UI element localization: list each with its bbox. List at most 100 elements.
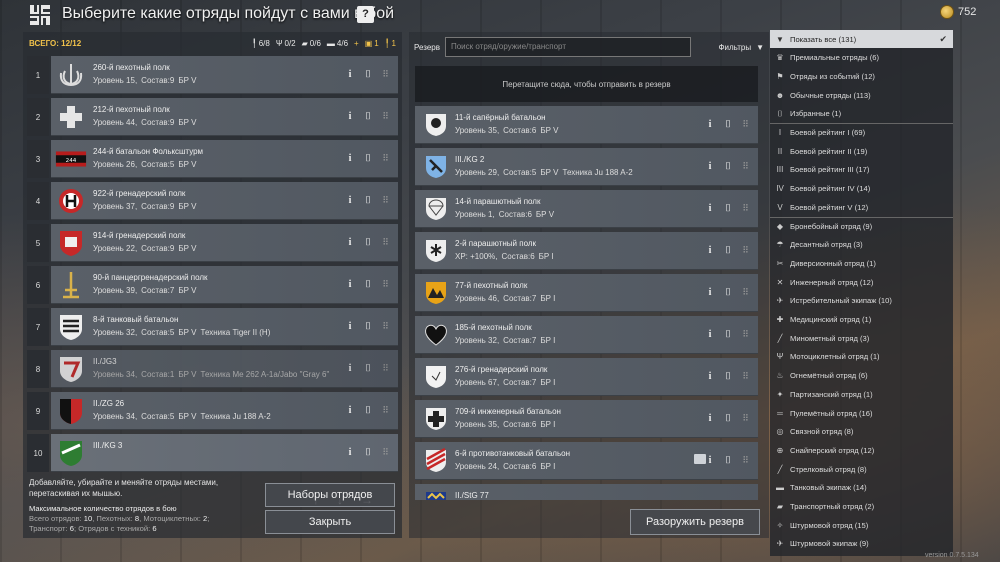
drag-handle-icon[interactable]: ⠿: [740, 117, 752, 131]
info-icon[interactable]: i: [704, 369, 716, 383]
squad-card[interactable]: 90-й панцергренадерский полк Уровень 39,…: [51, 266, 398, 304]
squad-slot[interactable]: 7 8-й танковый батальон Уровень 32, Соста…: [27, 308, 398, 346]
reserve-squad-card[interactable]: III./KG 2 Уровень 29, Состав:5 БР V Техника…: [415, 148, 758, 186]
bookmark-icon[interactable]: ⌷: [722, 369, 734, 383]
drag-handle-icon[interactable]: ⠿: [740, 411, 752, 425]
squad-card[interactable]: 914-й гренадерский полк Уровень 22, Соста…: [51, 224, 398, 262]
bookmark-icon[interactable]: ⌷: [362, 193, 374, 207]
drag-handle-icon[interactable]: ⠿: [740, 285, 752, 299]
squad-card[interactable]: 244 244-й батальон Фолькcштурм Уровень 2…: [51, 140, 398, 178]
filter-item[interactable]: ☂ Десантный отряд (3): [770, 236, 953, 254]
drag-handle-icon[interactable]: ⠿: [740, 453, 752, 467]
filter-item[interactable]: ☻ Обычные отряды (113): [770, 86, 953, 104]
filter-item[interactable]: III Боевой рейтинг III (17): [770, 161, 953, 179]
bookmark-icon[interactable]: ⌷: [722, 159, 734, 173]
info-icon[interactable]: i: [344, 193, 356, 207]
squad-card[interactable]: 212-й пехотный полк Уровень 44, Состав:9 Б…: [51, 98, 398, 136]
info-icon[interactable]: i: [704, 327, 716, 341]
bookmark-icon[interactable]: ⌷: [362, 403, 374, 417]
reserve-squad-card[interactable]: 11-й сапёрный батальон Уровень 35, Состав…: [415, 106, 758, 144]
bookmark-icon[interactable]: ⌷: [722, 117, 734, 131]
squad-slot[interactable]: 6 90-й панцергренадерский полк Уровень 3…: [27, 266, 398, 304]
info-icon[interactable]: i: [704, 159, 716, 173]
filter-item[interactable]: ▰ Транспортный отряд (2): [770, 498, 953, 516]
squad-card[interactable]: II./ZG 26 Уровень 34, Состав:5 БР V Техника…: [51, 392, 398, 430]
reserve-drop-zone[interactable]: Перетащите сюда, чтобы отправить в резер…: [415, 66, 758, 102]
squad-slot[interactable]: 8 II./JG3 Уровень 34, Состав:1 БР V Техника…: [27, 350, 398, 388]
filter-item[interactable]: ▬ Танковый экипаж (14): [770, 479, 953, 497]
bookmark-icon[interactable]: ⌷: [362, 67, 374, 81]
bookmark-icon[interactable]: ⌷: [722, 201, 734, 215]
drag-handle-icon[interactable]: ⠿: [380, 445, 392, 459]
bookmark-icon[interactable]: ⌷: [722, 243, 734, 257]
reserve-squad-card[interactable]: 709-й инженерный батальон Уровень 35, Сос…: [415, 400, 758, 438]
info-icon[interactable]: i: [704, 243, 716, 257]
filter-item[interactable]: I Боевой рейтинг I (69): [770, 124, 953, 142]
filter-item[interactable]: ✈ Истребительный экипаж (10): [770, 292, 953, 310]
info-icon[interactable]: i: [344, 235, 356, 249]
drag-handle-icon[interactable]: ⠿: [740, 243, 752, 257]
filter-item[interactable]: ╱ Стрелковый отряд (8): [770, 460, 953, 478]
bookmark-icon[interactable]: ⌷: [722, 285, 734, 299]
info-icon[interactable]: i: [704, 201, 716, 215]
drag-handle-icon[interactable]: ⠿: [380, 193, 392, 207]
filter-item[interactable]: ═ Пулемётный отряд (16): [770, 404, 953, 422]
filter-item[interactable]: ✦ Партизанский отряд (1): [770, 385, 953, 403]
drag-handle-icon[interactable]: ⠿: [740, 369, 752, 383]
reserve-squad-card[interactable]: 276-й гренадерский полк Уровень 67, Соста…: [415, 358, 758, 396]
squad-presets-button[interactable]: Наборы отрядов: [265, 483, 395, 507]
info-icon[interactable]: i: [704, 117, 716, 131]
reserve-squad-card[interactable]: 6-й противотанковый батальон Уровень 24,…: [415, 442, 758, 480]
info-icon[interactable]: i: [704, 411, 716, 425]
filter-item[interactable]: ⌷ Избранные (1): [770, 105, 953, 123]
drag-handle-icon[interactable]: ⠿: [380, 361, 392, 375]
reserve-squad-card[interactable]: 14-й парашютный полк Уровень 1, Состав:6 Б…: [415, 190, 758, 228]
filter-item[interactable]: V Боевой рейтинг V (12): [770, 198, 953, 216]
reserve-squad-card[interactable]: II./StG 77: [415, 484, 758, 500]
bookmark-icon[interactable]: ⌷: [362, 445, 374, 459]
squad-card[interactable]: III./KG 3 i ⌷ ⠿: [51, 434, 398, 472]
bookmark-icon[interactable]: ⌷: [362, 109, 374, 123]
squad-slot[interactable]: 4 922-й гренадерский полк Уровень 37, Сос…: [27, 182, 398, 220]
info-icon[interactable]: i: [344, 109, 356, 123]
filter-item[interactable]: ✂ Диверсионный отряд (1): [770, 254, 953, 272]
filter-item[interactable]: Ψ Мотоциклетный отряд (1): [770, 348, 953, 366]
bookmark-icon[interactable]: ⌷: [362, 277, 374, 291]
squad-card[interactable]: 8-й танковый батальон Уровень 32, Состав:…: [51, 308, 398, 346]
reserve-squad-card[interactable]: 2-й парашютный полк XP: +100%, Состав:6 БР…: [415, 232, 758, 270]
filters-toggle[interactable]: Фильтры ▼: [718, 43, 764, 52]
bookmark-icon[interactable]: ⌷: [362, 319, 374, 333]
bookmark-icon[interactable]: ⌷: [722, 453, 734, 467]
filter-item[interactable]: II Боевой рейтинг II (19): [770, 142, 953, 160]
drag-handle-icon[interactable]: ⠿: [740, 327, 752, 341]
info-icon[interactable]: i: [344, 361, 356, 375]
filter-item[interactable]: ◆ Бронебойный отряд (9): [770, 217, 953, 235]
bookmark-icon[interactable]: ⌷: [362, 235, 374, 249]
info-icon[interactable]: i: [344, 67, 356, 81]
filter-item[interactable]: ✚ Медицинский отряд (1): [770, 311, 953, 329]
bookmark-icon[interactable]: ⌷: [362, 361, 374, 375]
squad-slot[interactable]: 3 244 244-й батальон Фолькcштурм Уровень…: [27, 140, 398, 178]
reserve-squad-card[interactable]: 77-й пехотный полк Уровень 46, Состав:7 БР…: [415, 274, 758, 312]
filter-item[interactable]: ╱ Минометный отряд (3): [770, 329, 953, 347]
drag-handle-icon[interactable]: ⠿: [740, 201, 752, 215]
filter-item[interactable]: ▼ Показать все (131) ✔: [770, 30, 953, 48]
filter-item[interactable]: ✕ Инженерный отряд (12): [770, 273, 953, 291]
bookmark-icon[interactable]: ⌷: [362, 151, 374, 165]
drag-handle-icon[interactable]: ⠿: [380, 109, 392, 123]
drag-handle-icon[interactable]: ⠿: [380, 151, 392, 165]
filter-item[interactable]: IV Боевой рейтинг IV (14): [770, 180, 953, 198]
filter-item[interactable]: ✧ Штурмовой отряд (15): [770, 516, 953, 534]
squad-card[interactable]: II./JG3 Уровень 34, Состав:1 БР V Техника M…: [51, 350, 398, 388]
squad-slot[interactable]: 5 914-й гренадерский полк Уровень 22, Сос…: [27, 224, 398, 262]
info-icon[interactable]: i: [344, 445, 356, 459]
filter-item[interactable]: ⊕ Снайперский отряд (12): [770, 441, 953, 459]
filter-item[interactable]: ♨ Огнемётный отряд (6): [770, 367, 953, 385]
filter-item[interactable]: ◎ Связной отряд (8): [770, 423, 953, 441]
disband-reserve-button[interactable]: Разоружить резерв: [630, 509, 760, 535]
squad-slot[interactable]: 10 III./KG 3 i ⌷ ⠿: [27, 434, 398, 472]
drag-handle-icon[interactable]: ⠿: [380, 403, 392, 417]
squad-slot[interactable]: 2 212-й пехотный полк Уровень 44, Состав:…: [27, 98, 398, 136]
bookmark-icon[interactable]: ⌷: [722, 327, 734, 341]
help-button[interactable]: ?: [357, 6, 374, 23]
